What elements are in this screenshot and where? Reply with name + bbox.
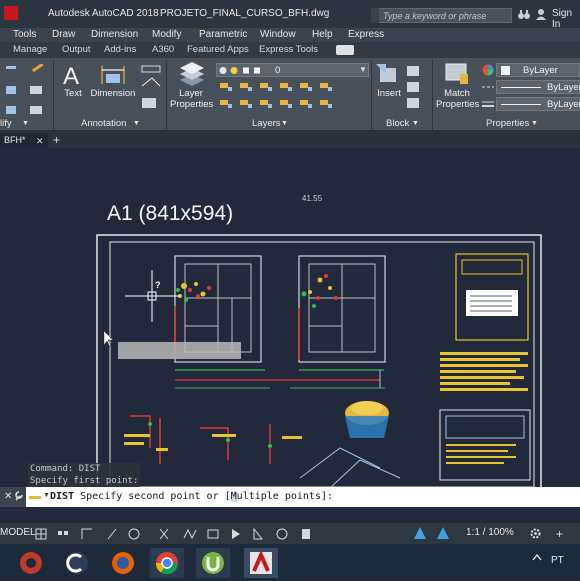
match-properties-button[interactable]: Match Properties: [436, 62, 479, 114]
insert-block-icon: [376, 64, 396, 82]
model-space-button[interactable]: MODEL: [0, 527, 36, 538]
wrench-icon[interactable]: [14, 490, 24, 505]
annotation-scale-icon[interactable]: [414, 527, 426, 542]
panel-properties-label[interactable]: Properties: [486, 118, 529, 129]
chevron-up-icon[interactable]: [532, 553, 542, 564]
chevron-down-icon: ▼: [359, 65, 367, 74]
dimension-icon: [101, 66, 125, 84]
layer-stack-icon: [180, 62, 204, 86]
taskbar-app-icon[interactable]: [14, 548, 48, 578]
layer-dropdown[interactable]: 0 ▼: [216, 63, 369, 77]
layer-tools-icons[interactable]: [218, 80, 368, 117]
chevron-down-icon[interactable]: ▼: [531, 120, 538, 127]
panel-modify-label[interactable]: lify: [0, 118, 12, 129]
app-title: Autodesk AutoCAD 2018: [48, 8, 159, 19]
chevron-down-icon[interactable]: ▼: [22, 120, 29, 127]
taskbar-utorrent-icon[interactable]: [196, 548, 230, 578]
close-icon[interactable]: ✕: [4, 491, 12, 502]
menu-draw[interactable]: Draw: [52, 29, 75, 40]
cursor-tooltip: ?: [155, 280, 161, 290]
linetype-dropdown[interactable]: ByLayer: [496, 80, 580, 94]
search-dropdown-icon[interactable]: [371, 8, 379, 23]
taskbar-ccleaner-icon[interactable]: [60, 548, 94, 578]
ribbon-toggle-icon[interactable]: [336, 45, 354, 55]
panel-annotation-label[interactable]: Annotation: [81, 118, 126, 129]
menu-parametric[interactable]: Parametric: [199, 29, 247, 40]
insert-button[interactable]: Insert: [374, 62, 404, 102]
annotation-visibility-icon[interactable]: [437, 527, 449, 542]
taskbar-autocad-icon[interactable]: [244, 548, 278, 578]
file-name: PROJETO_FINAL_CURSO_BFH.dwg: [160, 8, 330, 19]
menu-help[interactable]: Help: [312, 29, 333, 40]
command-prompt: DIST Specify second point or [Multiple p…: [50, 491, 334, 502]
command-icon[interactable]: [29, 496, 41, 499]
taskbar-firefox-icon[interactable]: [106, 548, 140, 578]
new-tab-icon[interactable]: +: [53, 133, 60, 147]
option-multiple-points[interactable]: ultiple points: [237, 491, 321, 502]
command-history: Command: DIST Specify first point:: [28, 463, 140, 487]
autocad-logo[interactable]: [4, 6, 18, 20]
command-line[interactable]: ✕ ▼ DIST Specify second point or [Multip…: [0, 487, 580, 507]
lineweight-icon: [482, 99, 494, 112]
tab-a360[interactable]: A360: [152, 44, 174, 55]
color-dropdown[interactable]: ByLayer: [496, 63, 580, 77]
match-properties-icon: [445, 63, 468, 84]
chevron-down-icon[interactable]: ▼: [133, 120, 140, 127]
close-icon[interactable]: ✕: [36, 136, 44, 147]
panel-block-label[interactable]: Block: [386, 118, 409, 129]
binoculars-icon[interactable]: [518, 9, 530, 20]
tab-express-tools[interactable]: Express Tools: [259, 44, 318, 55]
chevron-down-icon[interactable]: ▼: [43, 492, 50, 499]
annotation-scale[interactable]: 1:1 / 100%: [466, 527, 514, 538]
panel-layers-label[interactable]: Layers: [252, 118, 281, 129]
menu-dimension[interactable]: Dimension: [91, 29, 138, 40]
tab-add-ins[interactable]: Add-ins: [104, 44, 136, 55]
title-bar: Autodesk AutoCAD 2018 PROJETO_FINAL_CURS…: [0, 0, 580, 30]
plus-icon[interactable]: +: [556, 527, 563, 541]
text-button[interactable]: A Text: [60, 62, 86, 102]
layer-properties-button[interactable]: Layer Properties: [170, 62, 213, 114]
menu-tools[interactable]: Tools: [13, 29, 36, 40]
menu-modify[interactable]: Modify: [152, 29, 181, 40]
drawing-svg[interactable]: [0, 148, 580, 488]
drawing-canvas[interactable]: A1 (841x594) 41.55 ?: [0, 148, 580, 488]
linetype-icon: [482, 82, 494, 95]
chevron-down-icon[interactable]: ▼: [412, 120, 419, 127]
sheet-title: A1 (841x594): [107, 202, 234, 225]
current-layer: 0: [275, 65, 281, 76]
tab-featured-apps[interactable]: Featured Apps: [187, 44, 249, 55]
svg-text:A: A: [63, 63, 79, 86]
menu-window[interactable]: Window: [260, 29, 296, 40]
menu-express[interactable]: Express: [348, 29, 384, 40]
tab-manage[interactable]: Manage: [13, 44, 47, 55]
sign-in-button[interactable]: Sign In: [552, 8, 580, 30]
modify-panel: [4, 62, 48, 121]
language-indicator[interactable]: PT: [551, 555, 564, 566]
lineweight-dropdown[interactable]: ByLayer: [496, 97, 580, 111]
search-input[interactable]: Type a keyword or phrase: [371, 8, 512, 23]
document-tab-bar: [0, 131, 580, 148]
dimension-button[interactable]: Dimension: [90, 62, 136, 102]
status-bar: MODEL 1:1 / 100% +: [0, 523, 580, 544]
tab-output[interactable]: Output: [62, 44, 91, 55]
gear-icon[interactable]: [530, 528, 541, 542]
taskbar-chrome-icon[interactable]: [150, 548, 184, 578]
color-wheel-icon[interactable]: [482, 64, 494, 79]
block-tools-icons[interactable]: [405, 64, 427, 113]
dimension-text: 41.55: [302, 194, 323, 203]
user-icon[interactable]: [536, 9, 546, 20]
annotation-small-icons[interactable]: [140, 64, 166, 113]
chevron-down-icon[interactable]: ▼: [281, 120, 288, 127]
status-icons[interactable]: [32, 526, 412, 542]
